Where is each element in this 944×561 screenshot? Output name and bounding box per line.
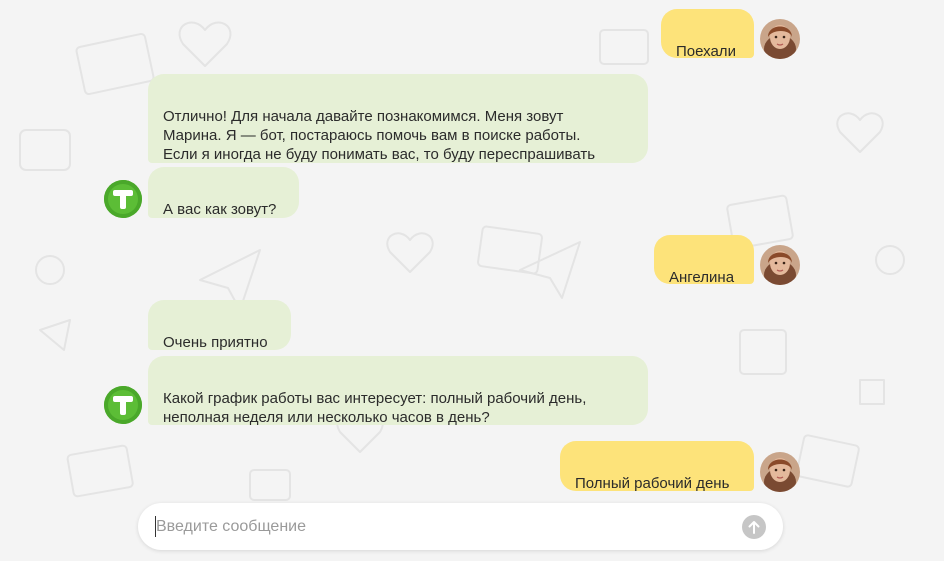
user-message-bubble: Поехали <box>661 9 754 60</box>
send-button[interactable] <box>742 515 766 539</box>
text-caret <box>155 516 156 537</box>
message-text: Полный рабочий день <box>575 475 730 492</box>
user-avatar <box>760 245 800 285</box>
bot-message-bubble: Отлично! Для начала давайте познакомимся… <box>148 74 648 163</box>
user-message-bubble: Ангелина <box>654 235 754 286</box>
arrow-up-icon <box>748 521 760 534</box>
message-text: Поехали <box>676 43 736 60</box>
bot-message-bubble: Очень приятно <box>148 300 291 351</box>
message-text: Какой график работы вас интересует: полн… <box>163 390 587 426</box>
message-text: Очень приятно <box>163 334 268 351</box>
chat-window: Поехали Отлично! Для начала давайте позн… <box>0 0 944 561</box>
message-text: Отлично! Для начала давайте познакомимся… <box>163 108 596 163</box>
bot-logo-t-icon <box>104 180 142 218</box>
bot-message-bubble: А вас как зовут? <box>148 167 299 218</box>
bot-logo-t-icon <box>104 386 142 424</box>
user-message-bubble: Полный рабочий день <box>560 441 754 492</box>
message-input[interactable] <box>156 515 716 539</box>
bot-avatar <box>104 386 142 424</box>
message-text: Ангелина <box>669 269 735 286</box>
bot-message-bubble: Какой график работы вас интересует: полн… <box>148 356 648 426</box>
user-avatar <box>760 452 800 492</box>
user-avatar <box>760 19 800 59</box>
message-text: А вас как зовут? <box>163 201 277 218</box>
bot-avatar <box>104 180 142 218</box>
message-input-bar <box>138 503 783 550</box>
